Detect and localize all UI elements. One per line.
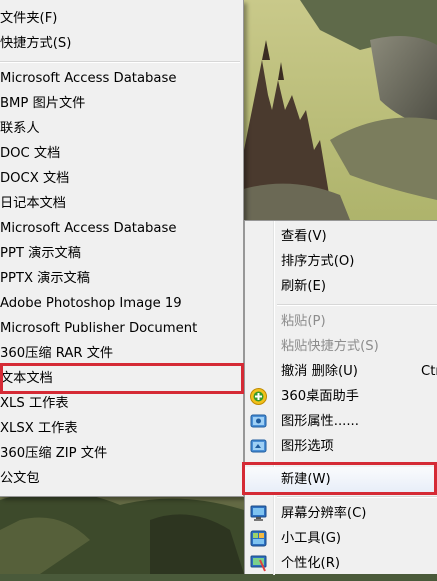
view-menu-item[interactable]: 查看(V) bbox=[245, 224, 437, 249]
undo-delete-menu-item[interactable]: 撤消 删除(U) Ctr bbox=[245, 359, 437, 384]
gadgets-menu-item[interactable]: 小工具(G) bbox=[245, 526, 437, 551]
menu-item-label: 个性化(R) bbox=[281, 556, 341, 571]
menu-item-label: 文件夹(F) bbox=[0, 11, 58, 26]
new-doc-item[interactable]: DOC 文档 bbox=[0, 141, 242, 166]
360-desktop-icon bbox=[250, 388, 267, 405]
menu-item-label: 屏幕分辨率(C) bbox=[281, 506, 367, 521]
new-shortcut-item[interactable]: 快捷方式(S) bbox=[0, 31, 242, 56]
menu-item-label: Adobe Photoshop Image 19 bbox=[0, 296, 182, 311]
menu-item-label: 图形属性...... bbox=[281, 414, 359, 429]
menu-item-label: 排序方式(O) bbox=[281, 254, 355, 269]
desktop-context-menu: 查看(V) 排序方式(O) 刷新(E) 粘贴(P) 粘贴快捷方式(S) 撤消 删… bbox=[244, 220, 437, 576]
graphics-options-menu-item[interactable]: 图形选项 bbox=[245, 434, 437, 459]
screen-resolution-menu-item[interactable]: 屏幕分辨率(C) bbox=[245, 501, 437, 526]
new-item-highlight-box bbox=[242, 462, 437, 495]
personalize-icon bbox=[250, 555, 267, 572]
menu-item-label: 小工具(G) bbox=[281, 531, 342, 546]
menu-separator bbox=[277, 304, 437, 306]
paste-menu-item[interactable]: 粘贴(P) bbox=[245, 309, 437, 334]
personalize-menu-item[interactable]: 个性化(R) bbox=[245, 551, 437, 576]
menu-item-label: 360桌面助手 bbox=[281, 389, 359, 404]
new-docx-item[interactable]: DOCX 文档 bbox=[0, 166, 242, 191]
menu-separator bbox=[0, 61, 240, 63]
new-xls-item[interactable]: XLS 工作表 bbox=[0, 391, 242, 416]
menu-item-label: Microsoft Publisher Document bbox=[0, 321, 198, 336]
menu-item-label: DOCX 文档 bbox=[0, 171, 70, 186]
new-contact-item[interactable]: 联系人 bbox=[0, 116, 242, 141]
menu-item-label: 查看(V) bbox=[281, 229, 327, 244]
menu-item-label: PPTX 演示文稿 bbox=[0, 271, 90, 286]
menu-item-label: PPT 演示文稿 bbox=[0, 246, 81, 261]
menu-item-label: 粘贴(P) bbox=[281, 314, 326, 329]
graphics-properties-menu-item[interactable]: 图形属性...... bbox=[245, 409, 437, 434]
menu-item-label: XLSX 工作表 bbox=[0, 421, 78, 436]
new-publisher-document-item[interactable]: Microsoft Publisher Document bbox=[0, 316, 242, 341]
new-pptx-item[interactable]: PPTX 演示文稿 bbox=[0, 266, 242, 291]
new-journal-item[interactable]: 日记本文档 bbox=[0, 191, 242, 216]
new-xlsx-item[interactable]: XLSX 工作表 bbox=[0, 416, 242, 441]
menu-item-label: 撤消 删除(U) bbox=[281, 364, 358, 379]
menu-item-label: 日记本文档 bbox=[0, 196, 66, 211]
text-document-highlight-box bbox=[0, 363, 244, 394]
new-photoshop-image-item[interactable]: Adobe Photoshop Image 19 bbox=[0, 291, 242, 316]
screen-resolution-icon bbox=[250, 505, 267, 522]
paste-shortcut-menu-item[interactable]: 粘贴快捷方式(S) bbox=[245, 334, 437, 359]
shortcut-label: Ctr bbox=[421, 364, 437, 379]
menu-item-label: Microsoft Access Database bbox=[0, 71, 177, 86]
new-access-database-2-item[interactable]: Microsoft Access Database bbox=[0, 216, 242, 241]
menu-item-label: 图形选项 bbox=[281, 439, 334, 454]
new-briefcase-item[interactable]: 公文包 bbox=[0, 466, 242, 491]
menu-item-label: DOC 文档 bbox=[0, 146, 61, 161]
menu-item-label: 粘贴快捷方式(S) bbox=[281, 339, 379, 354]
refresh-menu-item[interactable]: 刷新(E) bbox=[245, 274, 437, 299]
menu-item-label: XLS 工作表 bbox=[0, 396, 69, 411]
menu-item-label: 联系人 bbox=[0, 121, 40, 136]
menu-item-label: BMP 图片文件 bbox=[0, 96, 86, 111]
new-bmp-image-item[interactable]: BMP 图片文件 bbox=[0, 91, 242, 116]
graphics-properties-icon bbox=[250, 413, 267, 430]
menu-item-label: 快捷方式(S) bbox=[0, 36, 72, 51]
menu-separator bbox=[277, 496, 437, 498]
graphics-options-icon bbox=[250, 438, 267, 455]
gadgets-icon bbox=[250, 530, 267, 547]
sort-by-menu-item[interactable]: 排序方式(O) bbox=[245, 249, 437, 274]
menu-item-label: 360压缩 RAR 文件 bbox=[0, 346, 114, 361]
menu-item-label: 刷新(E) bbox=[281, 279, 326, 294]
new-folder-item[interactable]: 文件夹(F) bbox=[0, 6, 242, 31]
menu-item-label: 公文包 bbox=[0, 471, 40, 486]
menu-item-label: Microsoft Access Database bbox=[0, 221, 177, 236]
menu-item-label: 360压缩 ZIP 文件 bbox=[0, 446, 108, 461]
new-access-database-item[interactable]: Microsoft Access Database bbox=[0, 66, 242, 91]
new-zip-file-item[interactable]: 360压缩 ZIP 文件 bbox=[0, 441, 242, 466]
new-submenu: 文件夹(F) 快捷方式(S) Microsoft Access Database… bbox=[0, 0, 244, 497]
new-ppt-item[interactable]: PPT 演示文稿 bbox=[0, 241, 242, 266]
desktop-helper-360-menu-item[interactable]: 360桌面助手 bbox=[245, 384, 437, 409]
